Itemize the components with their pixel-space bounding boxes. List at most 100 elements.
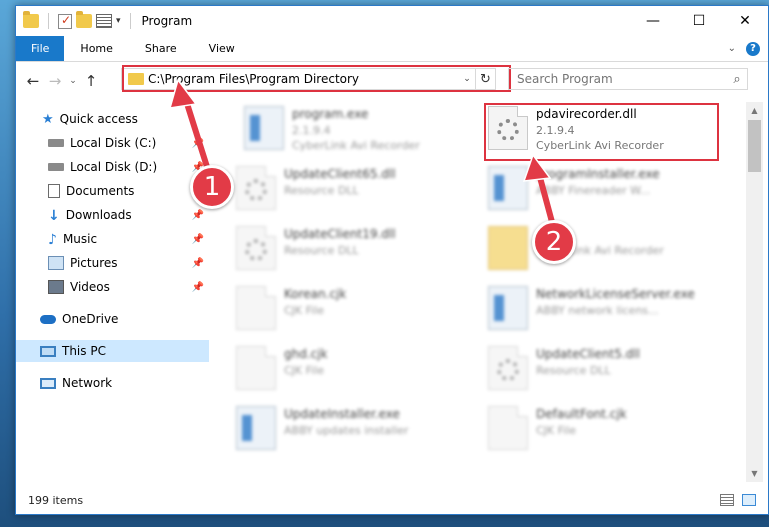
ribbon-right: ⌄ ? (728, 36, 768, 61)
folder-icon (488, 226, 528, 270)
scrollbar-thumb[interactable] (748, 120, 761, 172)
network-icon (40, 377, 56, 389)
address-path[interactable]: C:\Program Files\Program Directory (148, 72, 459, 86)
sidebar-item-label: Documents (66, 184, 135, 198)
pin-icon[interactable]: 📌 (192, 138, 204, 149)
tab-view[interactable]: View (193, 36, 251, 61)
file-item[interactable]: Korean.cjk CJK File (236, 286, 476, 340)
computer-icon (40, 345, 56, 357)
file-item[interactable]: programInstaller.exe ABBY Finereader W..… (488, 166, 728, 220)
file-description: Resource DLL (536, 364, 611, 377)
application-icon (244, 106, 284, 150)
sidebar-item-this-pc[interactable]: This PC (16, 340, 209, 362)
file-description: CJK File (536, 424, 577, 437)
tab-file[interactable]: File (16, 36, 65, 61)
folder-icon (128, 73, 144, 85)
properties-check-icon[interactable] (58, 13, 72, 29)
pin-icon[interactable]: 📌 (192, 234, 204, 245)
forward-arrow-icon[interactable]: → (44, 72, 66, 90)
file-description: CJK File (284, 364, 325, 377)
pin-icon[interactable]: 📌 (192, 210, 204, 221)
file-description: CyberLink Avi Recorder (292, 139, 420, 152)
status-bar: 199 items (16, 486, 769, 514)
folder-icon (23, 11, 39, 28)
pin-icon[interactable]: 📌 (192, 258, 204, 269)
sidebar-item-label: Pictures (70, 256, 118, 270)
file-icon (236, 346, 276, 390)
file-name: NetworkLicenseServer.exe (536, 287, 695, 301)
view-properties-icon[interactable] (96, 14, 112, 28)
scroll-down-icon[interactable]: ▼ (746, 465, 763, 482)
sidebar-item-documents[interactable]: Documents 📌 (16, 180, 209, 202)
file-item-pdavirecorder[interactable]: pdavirecorder.dll 2.1.9.4 CyberLink Avi … (488, 106, 728, 160)
divider (129, 13, 131, 29)
sidebar-item-quick-access[interactable]: ★ Quick access (16, 108, 209, 130)
window-title: Program (141, 14, 193, 28)
download-icon: ↓ (48, 208, 60, 224)
file-name: programInstaller.exe (536, 167, 660, 181)
back-arrow-icon[interactable]: ← (22, 72, 44, 90)
sidebar-item-network[interactable]: Network (16, 372, 209, 394)
large-icons-view-icon[interactable] (742, 494, 756, 506)
sidebar-item-videos[interactable]: Videos 📌 (16, 276, 209, 298)
file-item[interactable]: UpdateInstaller.exe ABBY updates install… (236, 406, 476, 460)
file-item[interactable]: CyberLink Avi Recorder (488, 226, 728, 280)
sidebar-item-label: Music (62, 232, 98, 246)
new-folder-icon[interactable] (76, 11, 92, 28)
gear-icon (497, 119, 519, 141)
recent-locations-icon[interactable]: ⌄ (66, 76, 80, 86)
file-item[interactable]: UpdateClient65.dll Resource DLL (236, 166, 476, 220)
tab-share[interactable]: Share (129, 36, 193, 61)
customize-toolbar-dropdown-icon[interactable]: ▾ (116, 16, 121, 26)
up-arrow-icon[interactable]: ↑ (80, 72, 102, 90)
file-item[interactable]: UpdateClient19.dll Resource DLL (236, 226, 476, 280)
sidebar-item-local-disk-c[interactable]: Local Disk (C:) 📌 (16, 132, 209, 154)
file-item[interactable]: program.exe 2.1.9.4 CyberLink Avi Record… (244, 106, 484, 160)
address-bar[interactable]: C:\Program Files\Program Directory ⌄ ↻ (121, 68, 496, 90)
details-view-icon[interactable] (720, 494, 734, 506)
scroll-up-icon[interactable]: ▲ (746, 102, 763, 119)
file-item[interactable]: NetworkLicenseServer.exe ABBY network li… (488, 286, 728, 340)
file-name: DefaultFont.cjk (536, 407, 627, 421)
dll-file-icon (236, 166, 276, 210)
window-controls: — ☐ ✕ (630, 6, 768, 36)
file-description: ABBY network licens... (536, 304, 659, 317)
pin-icon[interactable]: 📌 (192, 282, 204, 293)
sidebar-item-label: Quick access (59, 112, 138, 126)
search-input[interactable] (509, 72, 727, 86)
quick-access-toolbar: ▾ (16, 11, 136, 29)
gear-icon (245, 239, 267, 261)
explorer-window: ▾ Program — ☐ ✕ File Home Share View ⌄ ?… (15, 5, 769, 515)
close-button[interactable]: ✕ (722, 6, 768, 36)
sidebar-item-downloads[interactable]: ↓ Downloads 📌 (16, 204, 209, 226)
help-icon[interactable]: ? (746, 41, 760, 56)
file-version: 2.1.9.4 (292, 124, 331, 137)
drive-icon (48, 139, 64, 147)
address-history-dropdown-icon[interactable]: ⌄ (459, 74, 475, 84)
refresh-icon[interactable]: ↻ (475, 69, 495, 89)
maximize-button[interactable]: ☐ (676, 6, 722, 36)
sidebar-item-onedrive[interactable]: OneDrive (16, 308, 209, 330)
search-icon[interactable]: ⌕ (727, 72, 747, 87)
sidebar-item-local-disk-d[interactable]: Local Disk (D:) 📌 (16, 156, 209, 178)
file-name: UpdateInstaller.exe (284, 407, 400, 421)
file-item[interactable]: DefaultFont.cjk CJK File (488, 406, 728, 460)
pictures-icon (48, 256, 64, 270)
sidebar-item-pictures[interactable]: Pictures 📌 (16, 252, 209, 274)
file-item[interactable]: ghd.cjk CJK File (236, 346, 476, 400)
ribbon-tabs: File Home Share View ⌄ ? (16, 36, 768, 62)
sidebar-item-music[interactable]: ♪ Music 📌 (16, 228, 209, 250)
file-icon (236, 286, 276, 330)
view-toggle (720, 494, 769, 506)
tab-home[interactable]: Home (64, 36, 128, 61)
vertical-scrollbar[interactable]: ▲ ▼ (746, 102, 763, 482)
expand-ribbon-icon[interactable]: ⌄ (728, 43, 736, 54)
minimize-button[interactable]: — (630, 6, 676, 36)
dll-file-icon (488, 106, 528, 150)
file-description: ABBY updates installer (284, 424, 409, 437)
search-box[interactable]: ⌕ (508, 68, 748, 90)
file-item[interactable]: UpdateClient5.dll Resource DLL (488, 346, 728, 400)
dll-file-icon (488, 346, 528, 390)
file-description: Resource DLL (284, 244, 359, 257)
sidebar-item-label: Downloads (65, 208, 132, 222)
